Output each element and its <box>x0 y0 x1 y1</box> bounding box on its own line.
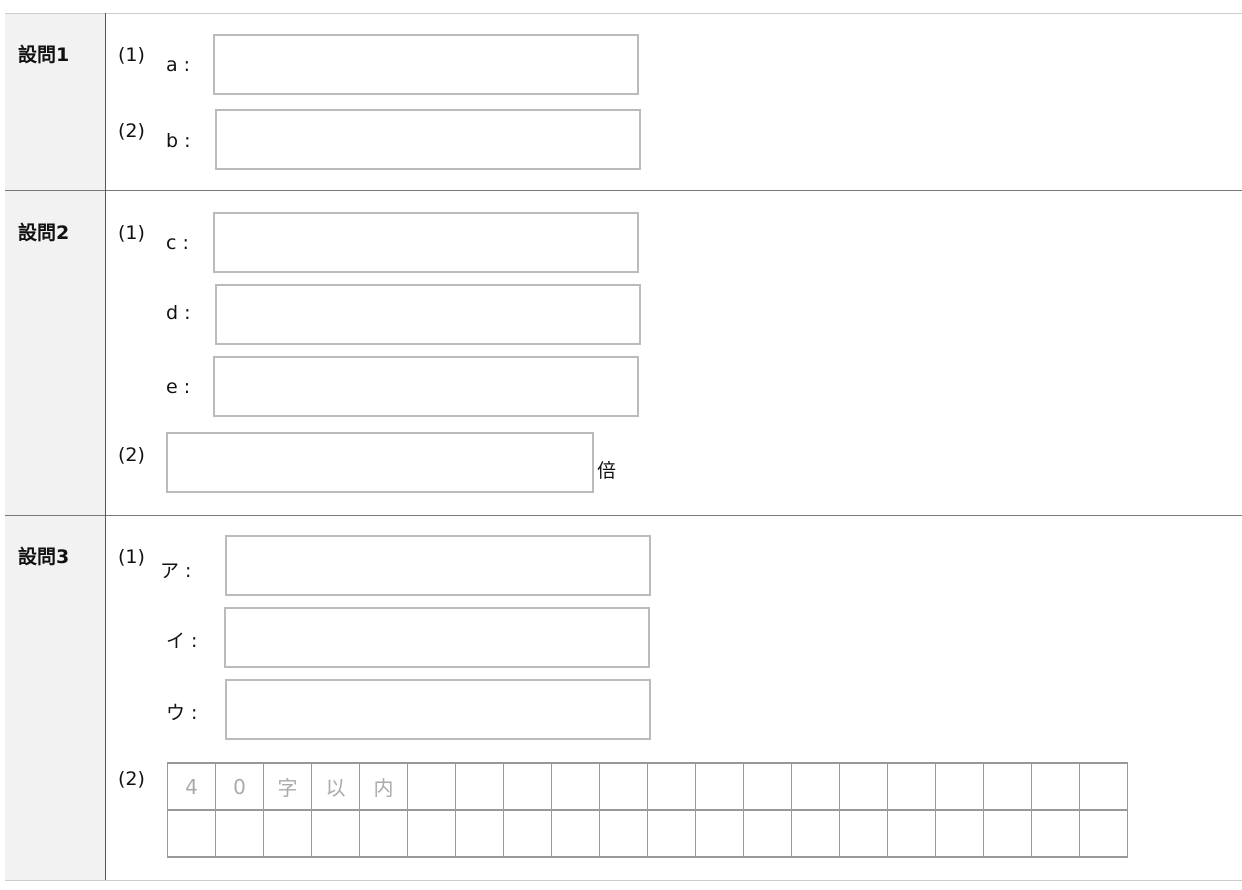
answer-a-input[interactable] <box>213 34 639 95</box>
answer-ratio-input[interactable] <box>166 432 594 493</box>
grid-cell[interactable] <box>600 811 648 858</box>
grid-cell[interactable] <box>408 811 456 858</box>
grid-cell[interactable] <box>888 764 936 811</box>
field-label: d : <box>166 302 191 324</box>
grid-cell[interactable] <box>552 811 600 858</box>
grid-cell[interactable] <box>1080 764 1128 811</box>
grid-cell[interactable] <box>408 764 456 811</box>
grid-cell[interactable] <box>648 811 696 858</box>
part-number: (2) <box>118 120 145 142</box>
grid-cell[interactable] <box>456 811 504 858</box>
field-label: c : <box>166 232 189 254</box>
grid-cell[interactable] <box>360 811 408 858</box>
grid-cell[interactable] <box>1080 811 1128 858</box>
grid-cell[interactable] <box>552 764 600 811</box>
grid-cell[interactable] <box>792 811 840 858</box>
grid-cell[interactable] <box>264 811 312 858</box>
answer-b-input[interactable] <box>215 109 641 170</box>
answer-i-kana-input[interactable] <box>224 607 650 668</box>
column-divider <box>105 13 106 880</box>
grid-hint-cell[interactable]: 以 <box>312 764 360 811</box>
field-label: b : <box>166 130 191 152</box>
grid-hint-cell[interactable]: 0 <box>216 764 264 811</box>
answer-c-input[interactable] <box>213 212 639 273</box>
grid-cell[interactable] <box>840 811 888 858</box>
label-column <box>5 13 105 880</box>
divider <box>5 515 1242 516</box>
field-label: a : <box>166 54 191 76</box>
part-number: (1) <box>118 546 145 568</box>
grid-cell[interactable] <box>216 811 264 858</box>
grid-cell[interactable] <box>744 764 792 811</box>
field-label: イ : <box>166 630 198 652</box>
grid-cell[interactable] <box>504 811 552 858</box>
field-label: e : <box>166 376 191 398</box>
field-label: ア : <box>160 560 192 582</box>
grid-cell[interactable] <box>696 764 744 811</box>
field-label: ウ : <box>166 702 198 724</box>
answer-a-kana-input[interactable] <box>225 535 651 596</box>
grid-cell[interactable] <box>648 764 696 811</box>
grid-cell[interactable] <box>984 811 1032 858</box>
grid-cell[interactable] <box>696 811 744 858</box>
question-1-title: 設問1 <box>18 44 70 66</box>
grid-hint-cell[interactable]: 字 <box>264 764 312 811</box>
grid-cell[interactable] <box>792 764 840 811</box>
unit-label: 倍 <box>597 460 617 482</box>
answer-u-kana-input[interactable] <box>225 679 651 740</box>
question-2-title: 設問2 <box>18 222 70 244</box>
grid-cell[interactable] <box>456 764 504 811</box>
grid-cell[interactable] <box>1032 764 1080 811</box>
grid-hint-cell[interactable]: 4 <box>168 764 216 811</box>
grid-cell[interactable] <box>168 811 216 858</box>
divider <box>5 880 1242 881</box>
grid-cell[interactable] <box>936 811 984 858</box>
character-grid[interactable]: 40字以内 <box>167 762 1128 858</box>
grid-hint-cell[interactable]: 内 <box>360 764 408 811</box>
part-number: (1) <box>118 222 145 244</box>
answer-d-input[interactable] <box>215 284 641 345</box>
divider <box>5 13 1242 14</box>
grid-cell[interactable] <box>936 764 984 811</box>
question-3-title: 設問3 <box>18 546 70 568</box>
answer-e-input[interactable] <box>213 356 639 417</box>
grid-cell[interactable] <box>504 764 552 811</box>
grid-cell[interactable] <box>312 811 360 858</box>
grid-cell[interactable] <box>744 811 792 858</box>
divider <box>5 190 1242 191</box>
grid-cell[interactable] <box>888 811 936 858</box>
grid-cell[interactable] <box>984 764 1032 811</box>
grid-cell[interactable] <box>600 764 648 811</box>
part-number: (2) <box>118 444 145 466</box>
part-number: (2) <box>118 768 145 790</box>
part-number: (1) <box>118 44 145 66</box>
grid-cell[interactable] <box>1032 811 1080 858</box>
grid-cell[interactable] <box>840 764 888 811</box>
